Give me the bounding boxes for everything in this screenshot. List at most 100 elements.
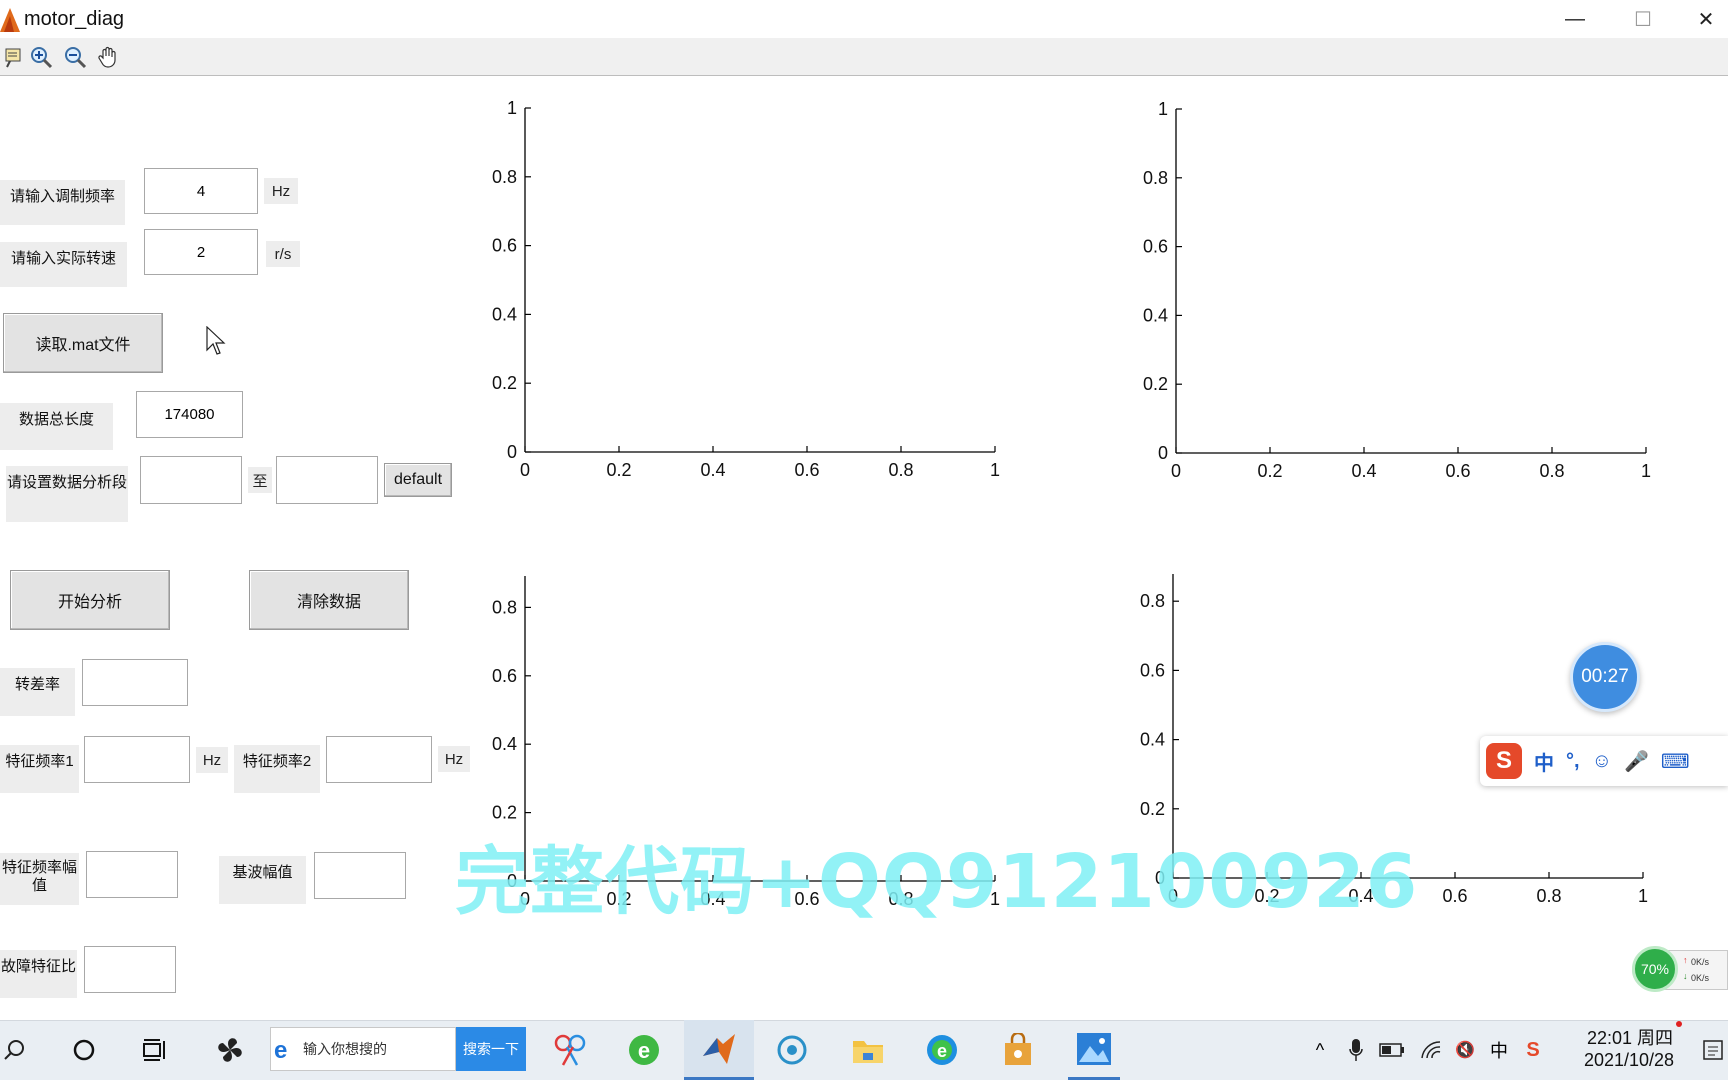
matlab-taskbar-item[interactable] — [684, 1020, 754, 1080]
pan-hand-icon[interactable] — [94, 42, 124, 72]
browser-green-icon[interactable]: e — [622, 1020, 666, 1080]
ime-keyboard-icon[interactable]: ⌨ — [1661, 749, 1690, 774]
fundamental-amp-field[interactable] — [314, 852, 406, 899]
memory-percent-badge[interactable]: 70% — [1632, 946, 1678, 992]
x-tick-label: 1 — [1641, 461, 1651, 481]
recording-timer[interactable]: 00:27 — [1570, 642, 1640, 712]
clock-date[interactable]: 2021/10/28 — [1566, 1050, 1692, 1071]
cortana-icon[interactable] — [62, 1020, 106, 1080]
notification-dot — [1676, 1021, 1682, 1027]
figure-toolbar — [0, 38, 1728, 76]
mod-freq-input[interactable]: 4 — [144, 168, 258, 214]
maximize-button[interactable]: ☐ — [1613, 0, 1673, 38]
ime-punctuation-icon[interactable]: °, — [1566, 750, 1580, 773]
input-language-icon[interactable]: 中 — [1486, 1020, 1512, 1080]
y-tick-label: 0.4 — [1140, 730, 1165, 750]
action-center-icon[interactable] — [1698, 1020, 1728, 1080]
axes-top-left[interactable]: 0 0.2 0.4 0.6 0.8 1 0 0.2 0.4 0.6 0.8 1 — [470, 100, 1070, 530]
watermark-text: 完整代码+QQ912100926 — [455, 839, 1419, 925]
scissors-app-icon[interactable] — [548, 1020, 592, 1080]
y-tick-label: 0.8 — [1143, 168, 1168, 188]
actual-speed-unit: r/s — [266, 241, 300, 267]
photos-taskbar-item[interactable] — [1068, 1020, 1120, 1080]
slip-label: 转差率 — [0, 668, 75, 716]
char-freq-amp-field[interactable] — [86, 851, 178, 898]
char-freq1-field[interactable] — [84, 736, 190, 783]
y-tick-label: 0.2 — [1143, 374, 1168, 394]
axes-top-right[interactable]: 0 0.2 0.4 0.6 0.8 1 0 0.2 0.4 0.6 0.8 1 — [1125, 100, 1728, 530]
y-tick-label: 0.4 — [492, 304, 517, 324]
net-down-rate: 0K/s — [1691, 973, 1710, 983]
volume-muted-icon[interactable]: 🔇 — [1452, 1020, 1478, 1080]
file-explorer-icon[interactable] — [846, 1020, 890, 1080]
y-tick-label: 0.2 — [492, 803, 517, 823]
axes-bottom-left[interactable]: 00.20.40.60.8100.20.40.60.81 — [470, 576, 1070, 1006]
edge-browser-icon[interactable]: e — [920, 1020, 964, 1080]
start-analysis-button[interactable]: 开始分析 — [10, 570, 170, 630]
y-tick-label: 1 — [1158, 100, 1168, 119]
mouse-cursor-icon — [206, 326, 226, 355]
battery-icon[interactable] — [1378, 1020, 1406, 1080]
sogou-tray-icon[interactable]: S — [1520, 1020, 1546, 1080]
ime-emoji-icon[interactable]: ☺ — [1592, 750, 1612, 773]
title-bar — [0, 0, 1728, 38]
y-tick-label: 0.6 — [492, 236, 517, 256]
x-tick-label: 0 — [1171, 461, 1181, 481]
mod-freq-unit: Hz — [264, 178, 298, 204]
zoom-in-icon[interactable] — [26, 42, 56, 72]
search-icon[interactable] — [0, 1020, 30, 1080]
taskbar-search-button[interactable]: 搜索一下 — [456, 1027, 526, 1071]
char-freq-amp-label: 特征频率幅值 — [0, 853, 79, 905]
mod-freq-label: 请输入调制频率 — [0, 180, 125, 225]
char-freq2-field[interactable] — [326, 736, 432, 783]
x-tick-label: 0.6 — [1445, 461, 1470, 481]
ime-voice-icon[interactable]: 🎤 — [1624, 749, 1649, 774]
fault-ratio-field[interactable] — [84, 946, 176, 993]
ime-chinese-mode[interactable]: 中 — [1534, 747, 1554, 776]
tray-overflow-icon[interactable]: ^ — [1308, 1020, 1332, 1080]
y-tick-label: 0.6 — [492, 666, 517, 686]
segment-end-input[interactable] — [276, 456, 378, 504]
read-mat-button[interactable]: 读取.mat文件 — [3, 313, 163, 373]
store-bag-icon[interactable] — [996, 1020, 1040, 1080]
y-tick-label: 0.6 — [1140, 660, 1165, 680]
x-tick-label: 0.6 — [794, 460, 819, 480]
wifi-icon[interactable] — [1418, 1020, 1444, 1080]
y-tick-label: 1 — [507, 100, 517, 118]
data-length-field[interactable]: 174080 — [136, 391, 243, 438]
actual-speed-input[interactable]: 2 — [144, 229, 258, 275]
close-button[interactable]: ✕ — [1684, 0, 1728, 38]
segment-to-label: 至 — [248, 467, 272, 493]
segment-start-input[interactable] — [140, 456, 242, 504]
zoom-out-icon[interactable] — [60, 42, 90, 72]
y-tick-label: 0.4 — [492, 734, 517, 754]
x-tick-label: 0.4 — [700, 460, 725, 480]
clear-data-button[interactable]: 清除数据 — [249, 570, 409, 630]
pinwheel-app-icon[interactable] — [208, 1020, 252, 1080]
task-view-icon[interactable] — [134, 1020, 178, 1080]
window-title: motor_diag — [24, 8, 125, 30]
ime-toolbar[interactable]: S 中 °, ☺ 🎤 ⌨ — [1480, 736, 1728, 786]
data-length-label: 数据总长度 — [0, 403, 113, 450]
char-freq1-label: 特征频率1 — [0, 745, 79, 793]
matlab-app-icon — [0, 6, 20, 32]
x-tick-label: 0 — [520, 460, 530, 480]
microphone-icon[interactable] — [1344, 1020, 1368, 1080]
svg-text:e: e — [638, 1038, 650, 1063]
y-tick-label: 0.8 — [492, 597, 517, 617]
ie-icon: e — [274, 1037, 288, 1064]
clock-time[interactable]: 22:01 周四 — [1570, 1024, 1690, 1050]
taskbar-search-input[interactable]: 输入你想搜的 — [270, 1027, 456, 1071]
default-button[interactable]: default — [384, 463, 452, 497]
fault-ratio-label: 故障特征比 — [0, 950, 77, 998]
minimize-button[interactable]: — — [1545, 0, 1605, 38]
x-tick-label: 0.2 — [1257, 461, 1282, 481]
slip-field[interactable] — [82, 659, 188, 706]
x-tick-label: 0.8 — [1539, 461, 1564, 481]
y-tick-label: 0 — [1158, 443, 1168, 463]
net-up-rate: 0K/s — [1691, 957, 1710, 967]
fundamental-amp-label: 基波幅值 — [219, 856, 306, 904]
x-tick-label: 0.2 — [606, 460, 631, 480]
feather-app-icon[interactable] — [770, 1020, 814, 1080]
axes-bottom-right[interactable]: 00.20.40.60.8100.20.40.60.81 — [1125, 574, 1728, 1006]
